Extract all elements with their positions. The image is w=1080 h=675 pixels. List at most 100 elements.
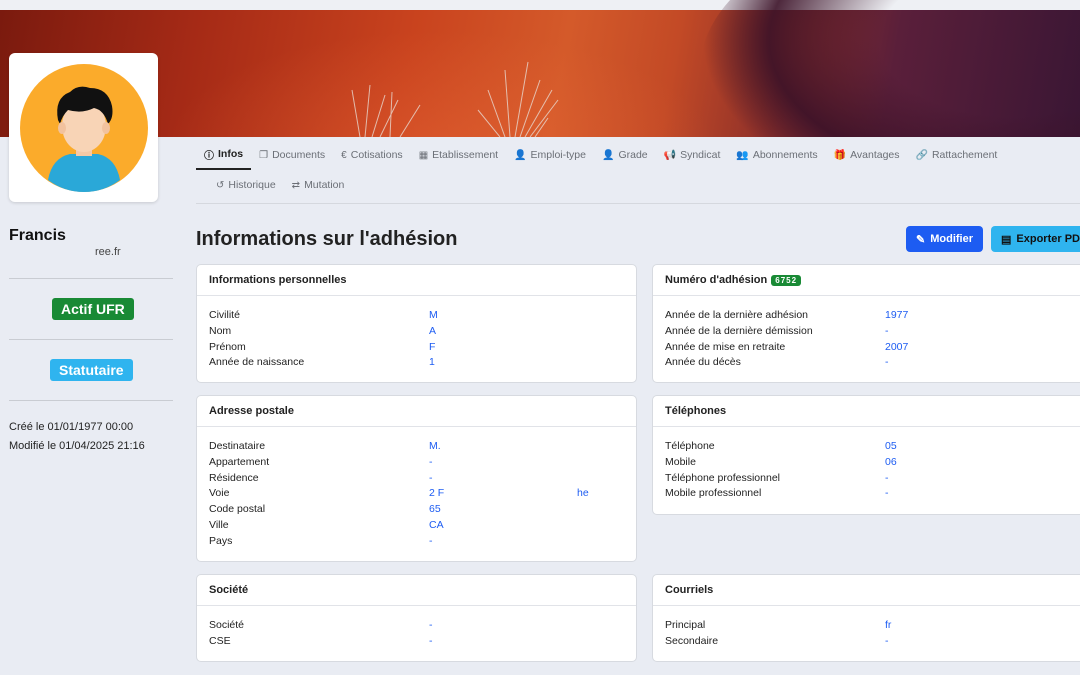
tab-label: Grade xyxy=(618,149,648,161)
tab-mutation[interactable]: ⇄ Mutation xyxy=(284,170,353,200)
row-voie: Voie 2 F he xyxy=(209,486,624,502)
row-nom: Nom A xyxy=(209,324,624,340)
field-value[interactable]: - xyxy=(429,618,433,634)
field-value-extra[interactable]: he xyxy=(577,486,589,502)
tab-cotisations[interactable]: € Cotisations xyxy=(333,140,411,170)
modifier-button[interactable]: ✎ Modifier xyxy=(906,226,983,252)
field-value[interactable]: - xyxy=(885,355,889,371)
user-icon: 👤 xyxy=(514,149,527,161)
gift-icon: 🎁 xyxy=(833,149,847,161)
file-pdf-icon: ▤ xyxy=(1001,233,1012,246)
field-label: Société xyxy=(209,619,245,631)
card-title: Courriels xyxy=(653,575,1080,606)
field-value[interactable]: - xyxy=(885,634,889,650)
field-label: Secondaire xyxy=(665,634,719,647)
card-membership: Numéro d'adhésion 6752 Année de la derni… xyxy=(652,264,1080,383)
tab-rattachement[interactable]: 🔗 Rattachement xyxy=(908,140,1006,170)
tab-label: Mutation xyxy=(304,179,345,191)
tab-historique[interactable]: ↺ Historique xyxy=(208,170,284,200)
tab-infos[interactable]: ⓘ Infos xyxy=(196,140,252,170)
field-label: Année de naissance xyxy=(209,356,305,369)
modified-date: Modifié le 01/04/2025 21:16 xyxy=(9,440,145,452)
card-title-text: Numéro d'adhésion xyxy=(665,274,768,286)
field-value[interactable]: 05 xyxy=(885,439,897,455)
tab-bar: ⓘ Infos ❐ Documents € Cotisations ▦ Etabliss… xyxy=(196,140,1080,200)
euro-icon: € xyxy=(341,149,347,161)
tab-label: Syndicat xyxy=(680,149,721,161)
field-value[interactable]: 1 xyxy=(429,355,435,371)
tab-label: Historique xyxy=(228,179,276,191)
tab-syndicat[interactable]: 📢 Syndicat xyxy=(656,140,729,170)
field-label: CSE xyxy=(209,634,231,647)
users-icon: 👥 xyxy=(736,149,749,161)
row-residence: Résidence - xyxy=(209,471,624,487)
divider xyxy=(9,400,173,401)
field-value[interactable]: - xyxy=(885,471,889,487)
row-principal: Principal fr xyxy=(665,618,1079,634)
field-value[interactable]: 65 xyxy=(429,502,441,518)
field-value[interactable]: 1977 xyxy=(885,308,908,324)
card-title: Numéro d'adhésion 6752 xyxy=(653,265,1080,296)
row-secondaire: Secondaire - xyxy=(665,634,1079,650)
field-label: Téléphone professionnel xyxy=(665,471,780,484)
field-value[interactable]: - xyxy=(885,486,889,502)
field-label: Année de la dernière démission xyxy=(665,324,813,337)
card-company: Société Société - CSE - xyxy=(196,574,637,662)
field-label: Résidence xyxy=(209,471,259,484)
field-value[interactable]: 06 xyxy=(885,455,897,471)
info-icon: ⓘ xyxy=(204,150,214,162)
row-code-postal: Code postal 65 xyxy=(209,502,624,518)
tab-label: Documents xyxy=(272,149,326,161)
export-pdf-button[interactable]: ▤ Exporter PDF xyxy=(991,226,1080,252)
field-value[interactable]: - xyxy=(429,455,433,471)
building-icon: ▦ xyxy=(418,149,429,161)
tab-label: Avantages xyxy=(850,149,900,161)
field-label: Année de mise en retraite xyxy=(665,340,786,353)
tab-label: Etablissement xyxy=(432,149,499,161)
card-emails: Courriels Principal fr Secondaire - xyxy=(652,574,1080,662)
field-value[interactable]: - xyxy=(429,471,433,487)
card-personal-info: Informations personnelles Civilité M Nom A… xyxy=(196,264,637,383)
field-value[interactable]: F xyxy=(429,340,435,356)
profile-banner xyxy=(0,0,1080,137)
modifier-label: Modifier xyxy=(930,233,973,245)
field-label: Mobile professionnel xyxy=(665,487,762,500)
field-value[interactable]: 2 F xyxy=(429,486,444,502)
user-grade-icon: 👤 xyxy=(602,149,615,161)
export-label: Exporter PDF xyxy=(1016,233,1080,245)
tab-abonnements[interactable]: 👥 Abonnements xyxy=(728,140,825,170)
field-value[interactable]: CA xyxy=(429,518,444,534)
field-value[interactable]: - xyxy=(429,534,433,550)
tab-documents[interactable]: ❐ Documents xyxy=(251,140,333,170)
megaphone-icon: 📢 xyxy=(663,149,677,161)
row-telephone-pro: Téléphone professionnel - xyxy=(665,471,1079,487)
divider xyxy=(9,278,173,279)
field-value[interactable]: fr xyxy=(885,618,891,634)
history-icon: ↺ xyxy=(216,179,225,191)
tab-label: Infos xyxy=(218,148,244,160)
exchange-icon: ⇄ xyxy=(291,179,301,191)
field-value[interactable]: 2007 xyxy=(885,340,908,356)
row-annee-naissance: Année de naissance 1 xyxy=(209,355,624,371)
field-value[interactable]: M. xyxy=(429,439,441,455)
tab-avantages[interactable]: 🎁 Avantages xyxy=(826,140,908,170)
field-value[interactable]: - xyxy=(429,634,433,650)
row-societe: Société - xyxy=(209,618,624,634)
field-value[interactable]: - xyxy=(885,324,889,340)
field-value[interactable]: M xyxy=(429,308,438,324)
membership-number-badge: 6752 xyxy=(771,274,802,286)
row-civilite: Civilité M xyxy=(209,308,624,324)
card-title: Adresse postale xyxy=(197,396,636,427)
row-telephone: Téléphone 05 xyxy=(665,439,1079,455)
tab-etablissement[interactable]: ▦ Etablissement xyxy=(411,140,506,170)
banner-grass-decoration xyxy=(351,61,559,137)
tab-emploi-type[interactable]: 👤 Emploi-type xyxy=(506,140,594,170)
field-label: Appartement xyxy=(209,455,270,468)
field-value[interactable]: A xyxy=(429,324,436,340)
row-derniere-demission: Année de la dernière démission - xyxy=(665,324,1079,340)
tab-grade[interactable]: 👤 Grade xyxy=(594,140,656,170)
row-mobile: Mobile 06 xyxy=(665,455,1079,471)
field-label: Voie xyxy=(209,487,230,500)
card-title: Téléphones xyxy=(653,396,1080,427)
field-label: Mobile xyxy=(665,455,696,468)
